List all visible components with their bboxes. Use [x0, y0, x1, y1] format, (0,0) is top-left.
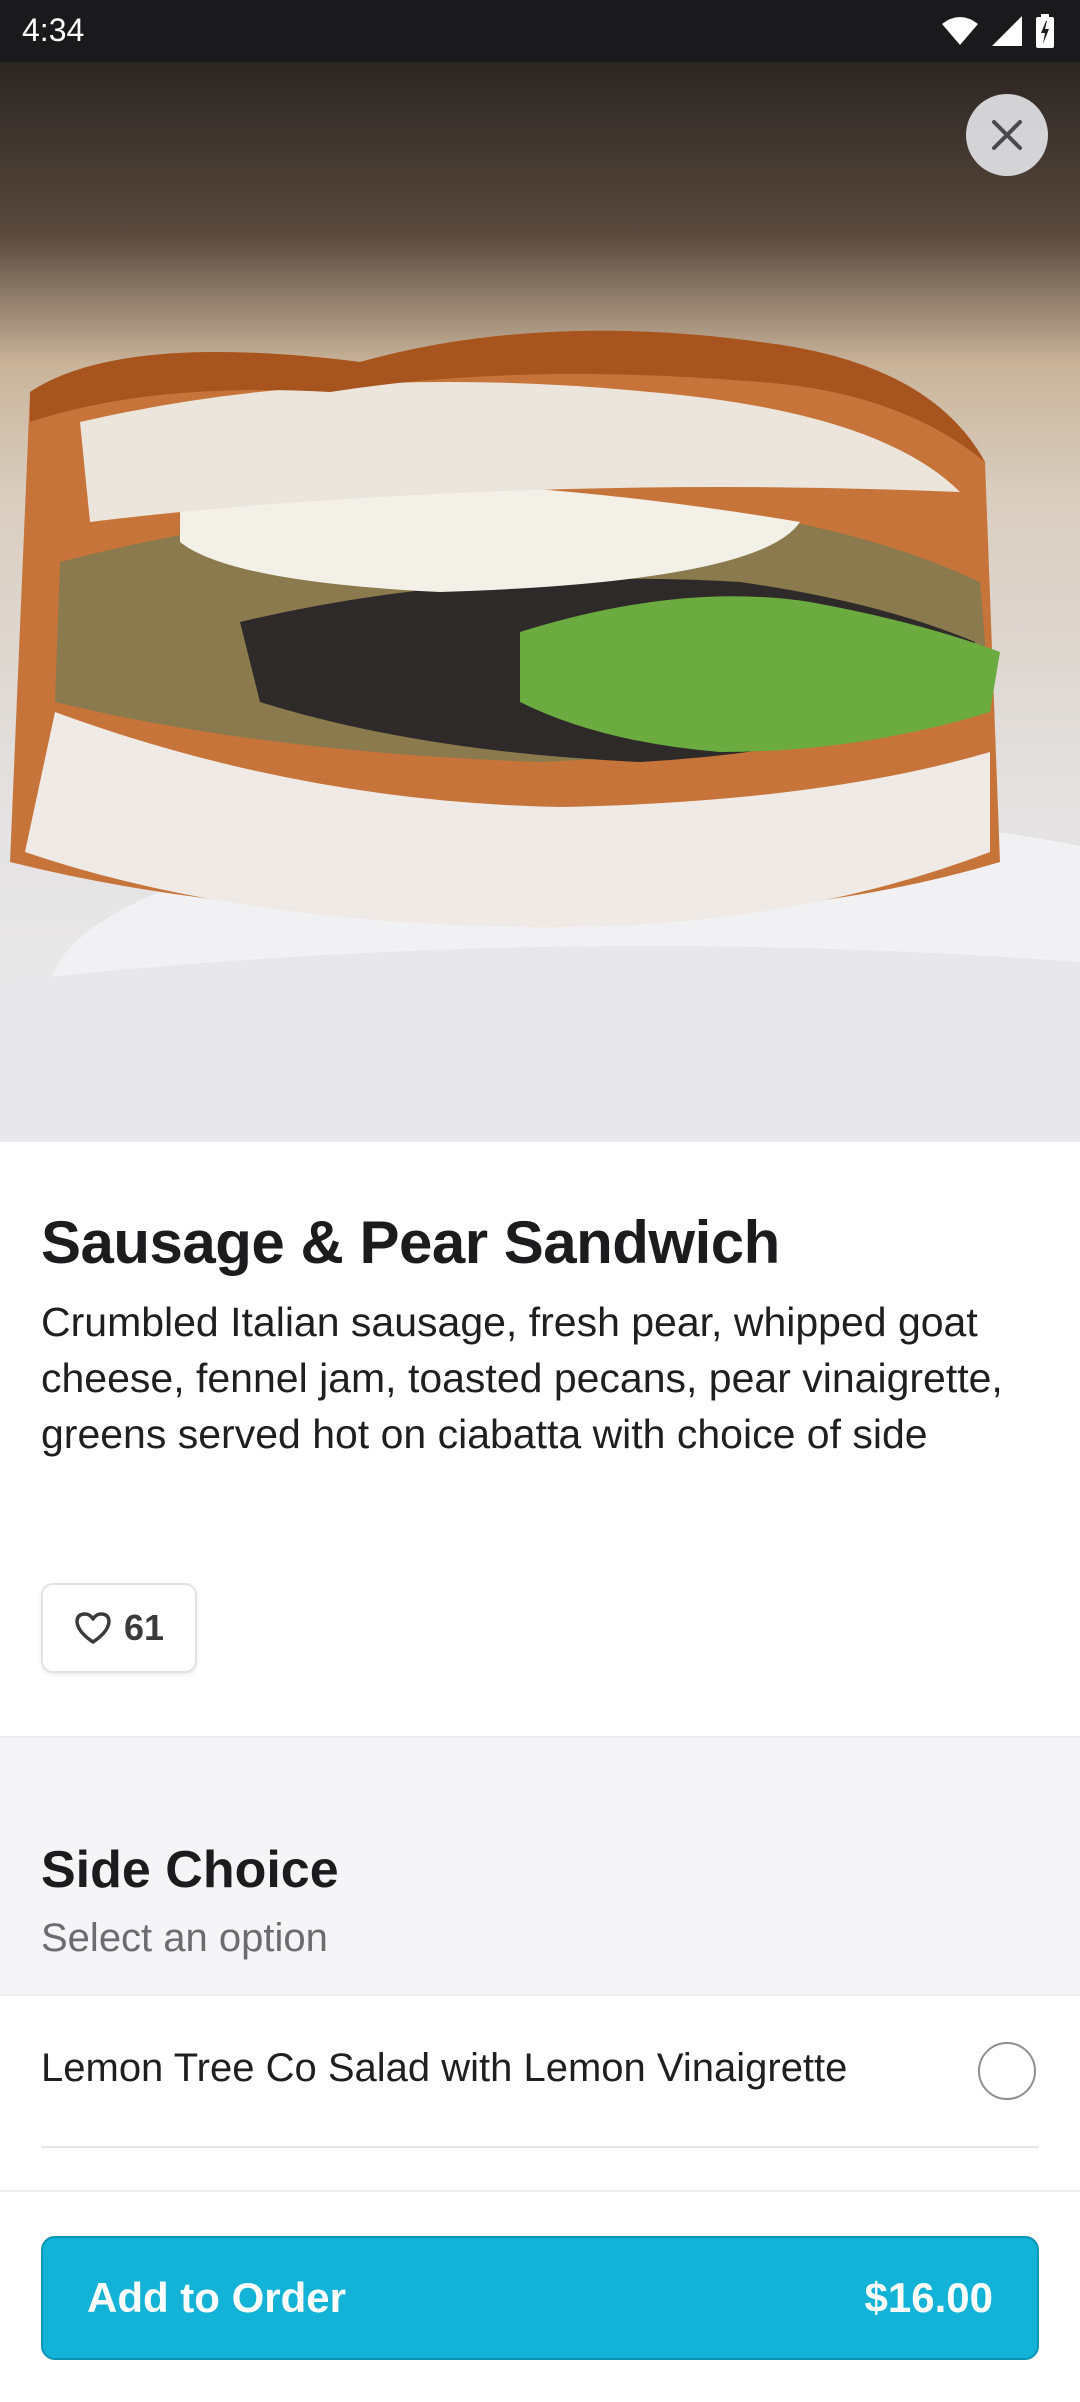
- item-photo: [0, 62, 1080, 1142]
- item-title: Sausage & Pear Sandwich: [41, 1209, 780, 1276]
- like-button[interactable]: 61: [41, 1583, 197, 1673]
- item-description: Crumbled Italian sausage, fresh pear, wh…: [41, 1299, 1003, 1457]
- like-count: 61: [123, 1607, 165, 1648]
- close-icon: [992, 120, 1022, 150]
- row-divider: [41, 2146, 1039, 2148]
- order-price: $16.00: [864, 2274, 993, 2321]
- heart-icon: [75, 1612, 111, 1644]
- side-choice-subtitle: Select an option: [41, 1916, 328, 1960]
- status-time: 4:34: [22, 12, 85, 48]
- close-button[interactable]: [966, 94, 1048, 176]
- battery-icon: [1036, 14, 1054, 48]
- add-to-order-button[interactable]: Add to Order $16.00: [41, 2236, 1039, 2360]
- bottom-bar: Add to Order $16.00: [0, 2190, 1080, 2402]
- side-choice-title: Side Choice: [41, 1841, 339, 1899]
- side-option-radio[interactable]: [978, 2042, 1036, 2100]
- sandwich-illustration: [0, 330, 1080, 1142]
- status-icons: [942, 14, 1054, 48]
- add-to-order-label: Add to Order: [87, 2274, 346, 2321]
- side-option-row[interactable]: Lemon Tree Co Salad with Lemon Vinaigret…: [0, 1994, 1080, 2150]
- wifi-icon: [942, 17, 978, 45]
- status-bar: 4:34: [0, 0, 1080, 62]
- side-option-label: Lemon Tree Co Salad with Lemon Vinaigret…: [41, 2046, 848, 2090]
- signal-icon: [992, 16, 1022, 46]
- side-choice-header: Side Choice Select an option: [0, 1736, 1080, 1996]
